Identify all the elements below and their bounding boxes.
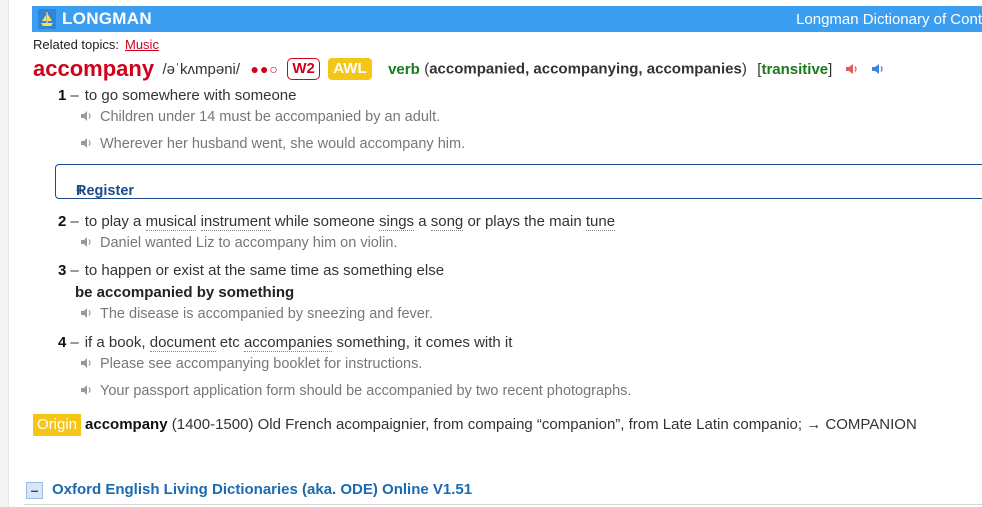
linked-word[interactable]: document xyxy=(149,334,216,352)
longman-logo: LONGMAN xyxy=(62,9,152,28)
speaker-icon[interactable] xyxy=(80,384,94,396)
sense-1: 1– to go somewhere with someone xyxy=(58,87,297,104)
sense-definition: if a book, document etc accompanies some… xyxy=(84,334,513,352)
speaker-red-icon[interactable] xyxy=(845,62,859,76)
sense-definition: to go somewhere with someone xyxy=(84,87,297,104)
linked-word[interactable]: song xyxy=(430,213,464,231)
example-sentence[interactable]: Children under 14 must be accompanied by… xyxy=(80,109,440,125)
grammar-code: [transitive] xyxy=(757,60,833,78)
pronunciation: /əˈkʌmpəni/ xyxy=(162,60,241,78)
frequency-dots: ●●○ xyxy=(250,61,279,77)
ship-icon xyxy=(38,9,56,29)
related-topics: Related topics: Music xyxy=(33,37,159,52)
entry-header: accompany /əˈkʌmpəni/ ●●○ W2 AWL verb (a… xyxy=(33,56,885,82)
register-box[interactable]: + Register xyxy=(55,164,982,199)
frequency-w2-badge: W2 xyxy=(287,58,320,80)
collocation: be accompanied by something xyxy=(75,284,295,301)
oxford-section-header[interactable]: – Oxford English Living Dictionaries (aka… xyxy=(26,481,472,499)
oxford-section-title[interactable]: Oxford English Living Dictionaries (aka.… xyxy=(52,481,472,498)
example-sentence[interactable]: Daniel wanted Liz to accompany him on vi… xyxy=(80,235,397,251)
speaker-icon[interactable] xyxy=(80,357,94,369)
part-of-speech: verb xyxy=(388,60,420,78)
origin-text: (1400-1500) Old French acompaignier, fro… xyxy=(167,416,917,433)
related-topics-label: Related topics: xyxy=(33,37,119,52)
awl-badge: AWL xyxy=(328,58,372,80)
speaker-icon[interactable] xyxy=(80,236,94,248)
register-label: Register xyxy=(76,183,135,199)
linked-word[interactable]: tune xyxy=(585,213,616,231)
origin-tag: Origin xyxy=(33,414,82,436)
sense-4: 4– if a book, document etc accompanies so… xyxy=(58,334,513,352)
dictionary-title: Longman Dictionary of Cont xyxy=(796,11,982,28)
linked-word[interactable]: sings xyxy=(379,213,415,231)
origin-word: accompany xyxy=(85,416,168,433)
sense-definition: to play a musical instrument while someo… xyxy=(84,213,616,231)
sense-2: 2– to play a musical instrument while som… xyxy=(58,213,616,231)
linked-word[interactable]: instrument xyxy=(200,213,271,231)
sense-number: 4 xyxy=(58,334,67,351)
speaker-icon[interactable] xyxy=(80,307,94,319)
example-sentence[interactable]: Wherever her husband went, she would acc… xyxy=(80,136,465,152)
sense-number: 1 xyxy=(58,87,67,104)
example-sentence[interactable]: Please see accompanying booklet for inst… xyxy=(80,356,422,372)
sense-number: 2 xyxy=(58,213,67,230)
headword: accompany xyxy=(33,56,155,81)
speaker-icon[interactable] xyxy=(80,137,94,149)
linked-word[interactable]: accompanies xyxy=(243,334,333,352)
speaker-icon[interactable] xyxy=(80,110,94,122)
linked-word[interactable]: musical xyxy=(145,213,197,231)
etymology: Origin accompany (1400-1500) Old French a… xyxy=(33,414,917,436)
sense-3: 3– to happen or exist at the same time as… xyxy=(58,262,445,279)
example-sentence[interactable]: Your passport application form should be… xyxy=(80,383,631,399)
speaker-blue-icon[interactable] xyxy=(871,62,885,76)
inflections: (accompanied, accompanying, accompanies) xyxy=(424,60,747,78)
collapse-icon[interactable]: – xyxy=(26,482,43,499)
longman-banner: LONGMAN Longman Dictionary of Cont xyxy=(32,6,982,32)
sense-number: 3 xyxy=(58,262,67,279)
example-sentence[interactable]: The disease is accompanied by sneezing a… xyxy=(80,306,433,322)
divider xyxy=(24,504,982,505)
related-topic-music-link[interactable]: Music xyxy=(125,37,159,52)
sense-definition: to happen or exist at the same time as s… xyxy=(84,262,445,279)
left-rail xyxy=(0,0,9,507)
